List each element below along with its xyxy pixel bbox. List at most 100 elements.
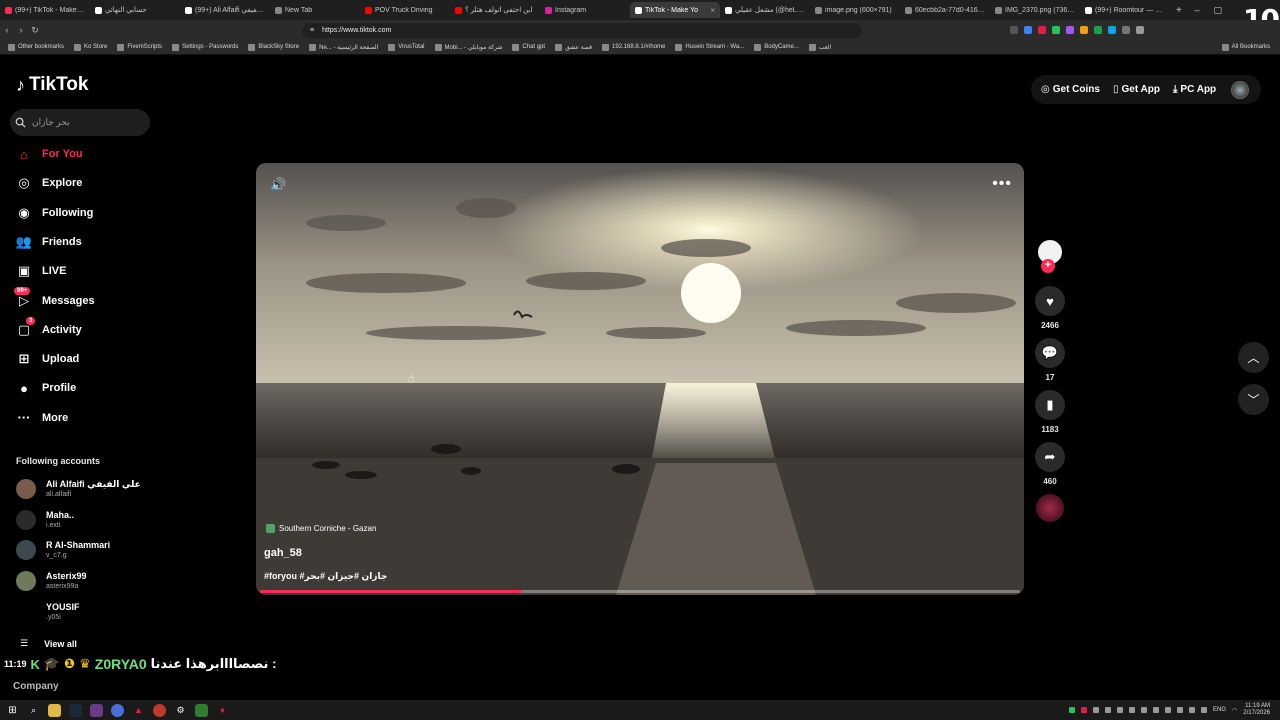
browser-tab[interactable]: (99+) Ali Alfaifi علي الفيفي bbox=[180, 2, 270, 18]
video-hashtags[interactable]: #foryou #جازان #جيزان #بحر bbox=[264, 571, 387, 582]
extension-icon[interactable] bbox=[1080, 26, 1088, 34]
video-player[interactable]: 🔊 ••• Southern Corniche - Gazan gah_58 #… bbox=[256, 163, 1024, 595]
bookmark-item[interactable]: Husein Stream - Wa... bbox=[675, 43, 744, 51]
maximize-icon[interactable]: ▢ bbox=[1213, 5, 1222, 16]
tiktok-logo[interactable]: ♪ TikTok bbox=[16, 74, 88, 96]
url-text[interactable]: https://www.tiktok.com bbox=[322, 27, 391, 34]
sidebar-item-upload[interactable]: ⊞ Upload bbox=[16, 351, 146, 367]
sidebar-item-for-you[interactable]: ⌂ For You bbox=[16, 146, 146, 162]
bookmark-item[interactable]: FivemScripts bbox=[117, 43, 162, 51]
extension-icon[interactable] bbox=[1010, 26, 1018, 34]
get-coins-button[interactable]: ◎ Get Coins bbox=[1041, 84, 1100, 95]
extension-icon[interactable] bbox=[1024, 26, 1032, 34]
location-tag[interactable]: Southern Corniche - Gazan bbox=[266, 524, 376, 533]
sidebar-item-profile[interactable]: ● Profile bbox=[16, 380, 146, 396]
heart-icon[interactable]: ♥ bbox=[1035, 286, 1065, 316]
browser-tab[interactable]: New Tab bbox=[270, 2, 360, 18]
search-icon[interactable]: ⌕ bbox=[27, 704, 40, 717]
browser-tab[interactable]: (99+) TikTok - Make Your bbox=[0, 2, 90, 18]
bookmark-item[interactable]: Mobi... - شركة موبايلي bbox=[434, 43, 502, 51]
user-avatar[interactable] bbox=[1231, 80, 1250, 99]
bookmark-item[interactable]: قصة عشق bbox=[555, 43, 592, 51]
previous-video-button[interactable]: ︿ bbox=[1238, 342, 1269, 373]
follow-plus-icon[interactable]: + bbox=[1041, 259, 1055, 273]
sidebar-item-activity[interactable]: ▢ 3 Activity bbox=[16, 316, 146, 338]
tray-icon[interactable] bbox=[1153, 707, 1160, 713]
browser-tab[interactable]: ابن احتفى اتولف هتلر ؟ bbox=[450, 2, 540, 18]
file-explorer-icon[interactable] bbox=[48, 703, 61, 717]
extension-icon[interactable] bbox=[1094, 26, 1102, 34]
extension-icon[interactable] bbox=[1122, 26, 1130, 34]
bookmark-item[interactable]: العب bbox=[808, 43, 831, 51]
save-action[interactable]: ▮ 1183 bbox=[1034, 390, 1066, 434]
tray-icon[interactable] bbox=[1177, 707, 1184, 713]
bookmark-item[interactable]: Chat gpt bbox=[512, 43, 545, 51]
tray-icon[interactable] bbox=[1081, 707, 1088, 713]
back-icon[interactable]: ‹ bbox=[0, 25, 14, 35]
wifi-icon[interactable]: ◠ bbox=[1232, 707, 1237, 714]
extension-icon[interactable] bbox=[1066, 26, 1074, 34]
tray-icon[interactable] bbox=[1105, 707, 1112, 713]
all-bookmarks-button[interactable]: All Bookmarks bbox=[1221, 43, 1280, 51]
following-account[interactable]: R Al-Shammari v_c7.g bbox=[16, 540, 110, 561]
language-indicator[interactable]: ENG bbox=[1213, 707, 1226, 713]
following-account[interactable]: YOUSIF .y05i bbox=[16, 601, 80, 622]
bookmark-item[interactable]: Ne... - الصفحة الرئيسية bbox=[309, 43, 378, 51]
comment-icon[interactable]: 💬 bbox=[1035, 338, 1065, 368]
bookmark-icon[interactable]: ▮ bbox=[1035, 390, 1065, 420]
extension-icon[interactable] bbox=[1108, 26, 1116, 34]
music-disc-icon[interactable] bbox=[1036, 494, 1064, 522]
browser-tab[interactable]: IMG_2370.png (736×47 bbox=[990, 2, 1080, 18]
tray-icon[interactable] bbox=[1141, 707, 1148, 713]
tray-icon[interactable] bbox=[1069, 707, 1076, 713]
footer-company-link[interactable]: Company bbox=[13, 681, 59, 692]
video-author[interactable]: gah_58 bbox=[264, 547, 302, 559]
tray-icon[interactable] bbox=[1093, 707, 1100, 713]
browser-tab[interactable]: image.png (600×791) bbox=[810, 2, 900, 18]
app-icon[interactable] bbox=[195, 703, 208, 717]
steam-icon[interactable] bbox=[69, 703, 82, 717]
following-account[interactable]: Ali Alfaifi علي الفيفي ali.alfaifi bbox=[16, 479, 141, 499]
bookmark-item[interactable]: BodyCame... bbox=[754, 43, 799, 51]
tray-icon[interactable] bbox=[1117, 707, 1124, 713]
minimize-icon[interactable]: – bbox=[1194, 5, 1199, 16]
browser-tab[interactable]: حسابي النهائي bbox=[90, 2, 180, 18]
next-video-button[interactable]: ﹀ bbox=[1238, 384, 1269, 415]
reload-icon[interactable]: ↻ bbox=[28, 25, 42, 36]
browser-tab[interactable]: POV Truck Driving bbox=[360, 2, 450, 18]
music-disc[interactable] bbox=[1034, 494, 1066, 522]
puzzle-icon[interactable] bbox=[1136, 26, 1144, 34]
bookmark-item[interactable]: BlackSky Store bbox=[248, 43, 299, 51]
browser-tab[interactable]: مشعل عقيلي (@heL97) bbox=[720, 2, 810, 18]
extension-icon[interactable] bbox=[1038, 26, 1046, 34]
more-options-icon[interactable]: ••• bbox=[992, 175, 1012, 193]
comment-action[interactable]: 💬 17 bbox=[1034, 338, 1066, 382]
bookmark-item[interactable]: 192.168.8.1/#/home bbox=[602, 43, 665, 51]
app-icon[interactable]: ▲ bbox=[132, 704, 145, 717]
start-icon[interactable]: ⊞ bbox=[6, 704, 19, 717]
bookmark-item[interactable]: Ko Store bbox=[74, 43, 107, 51]
app-icon[interactable] bbox=[90, 703, 103, 717]
like-action[interactable]: ♥ 2466 bbox=[1034, 286, 1066, 330]
browser-tab[interactable]: Instagram bbox=[540, 2, 630, 18]
settings-icon[interactable]: ⚙ bbox=[174, 704, 187, 717]
bookmark-item[interactable]: Settings - Passwords bbox=[172, 43, 238, 51]
close-tab-icon[interactable]: × bbox=[710, 6, 715, 15]
share-action[interactable]: ➦ 460 bbox=[1034, 442, 1066, 486]
following-account[interactable]: Asterix99 asterix99a bbox=[16, 571, 87, 592]
url-field[interactable]: ≡ https://www.tiktok.com bbox=[302, 22, 862, 38]
share-icon[interactable]: ➦ bbox=[1035, 442, 1065, 472]
app-icon[interactable] bbox=[153, 703, 166, 717]
search-input[interactable]: بحر جازان bbox=[10, 109, 150, 136]
tray-icon[interactable] bbox=[1201, 707, 1208, 713]
following-account[interactable]: Maha.. i.exti bbox=[16, 509, 74, 530]
browser-tab[interactable]: TikTok - Make Yo × bbox=[630, 2, 720, 18]
tray-icon[interactable] bbox=[1189, 707, 1196, 713]
get-app-button[interactable]: ▯ Get App bbox=[1113, 84, 1160, 95]
view-all-button[interactable]: ☰ View all bbox=[20, 638, 77, 649]
forward-icon[interactable]: › bbox=[14, 25, 28, 35]
sidebar-item-more[interactable]: ··· More bbox=[16, 410, 146, 426]
tray-icon[interactable] bbox=[1129, 707, 1136, 713]
browser-tab[interactable]: (99+) Roomtour — 東京 bbox=[1080, 2, 1170, 18]
app-icon[interactable]: ♦ bbox=[216, 704, 229, 717]
